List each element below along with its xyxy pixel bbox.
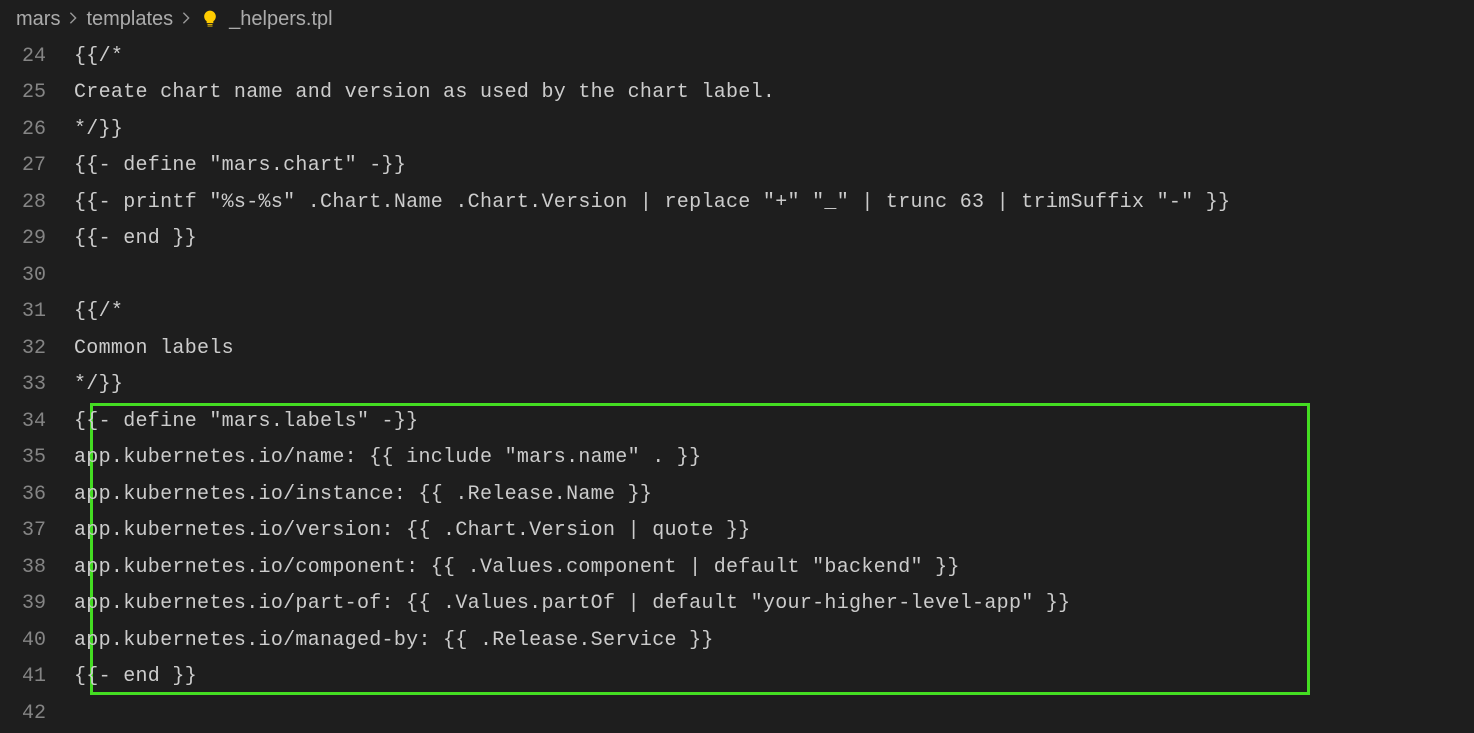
code-line[interactable]: 33 */}} bbox=[0, 367, 1474, 404]
line-number: 38 bbox=[0, 556, 74, 579]
code-text: Common labels bbox=[74, 337, 234, 360]
line-number: 32 bbox=[0, 337, 74, 360]
code-line[interactable]: 35 app.kubernetes.io/name: {{ include "m… bbox=[0, 440, 1474, 477]
chevron-right-icon bbox=[66, 9, 80, 30]
line-number: 31 bbox=[0, 300, 74, 323]
code-line[interactable]: 25 Create chart name and version as used… bbox=[0, 75, 1474, 112]
code-editor[interactable]: 24 {{/* 25 Create chart name and version… bbox=[0, 38, 1474, 732]
line-number: 34 bbox=[0, 410, 74, 433]
line-number: 39 bbox=[0, 592, 74, 615]
code-line[interactable]: 42 bbox=[0, 695, 1474, 732]
chevron-right-icon bbox=[179, 9, 193, 30]
code-text: {{- printf "%s-%s" .Chart.Name .Chart.Ve… bbox=[74, 191, 1230, 214]
line-number: 37 bbox=[0, 519, 74, 542]
code-text: app.kubernetes.io/part-of: {{ .Values.pa… bbox=[74, 592, 1070, 615]
line-number: 27 bbox=[0, 154, 74, 177]
code-text: app.kubernetes.io/component: {{ .Values.… bbox=[74, 556, 960, 579]
line-number: 26 bbox=[0, 118, 74, 141]
code-text: {{/* bbox=[74, 45, 123, 68]
code-text: app.kubernetes.io/managed-by: {{ .Releas… bbox=[74, 629, 714, 652]
code-line[interactable]: 39 app.kubernetes.io/part-of: {{ .Values… bbox=[0, 586, 1474, 623]
code-line[interactable]: 26 */}} bbox=[0, 111, 1474, 148]
code-line[interactable]: 37 app.kubernetes.io/version: {{ .Chart.… bbox=[0, 513, 1474, 550]
line-number: 28 bbox=[0, 191, 74, 214]
lightbulb-icon bbox=[199, 8, 221, 30]
code-line[interactable]: 30 bbox=[0, 257, 1474, 294]
line-number: 40 bbox=[0, 629, 74, 652]
line-number: 25 bbox=[0, 81, 74, 104]
code-line[interactable]: 38 app.kubernetes.io/component: {{ .Valu… bbox=[0, 549, 1474, 586]
code-line[interactable]: 32 Common labels bbox=[0, 330, 1474, 367]
code-text: {{- end }} bbox=[74, 665, 197, 688]
code-line[interactable]: 29 {{- end }} bbox=[0, 221, 1474, 258]
line-number: 36 bbox=[0, 483, 74, 506]
line-number: 30 bbox=[0, 264, 74, 287]
code-line[interactable]: 41 {{- end }} bbox=[0, 659, 1474, 696]
code-line[interactable]: 40 app.kubernetes.io/managed-by: {{ .Rel… bbox=[0, 622, 1474, 659]
breadcrumb: mars templates _helpers.tpl bbox=[0, 0, 1474, 38]
line-number: 41 bbox=[0, 665, 74, 688]
code-text: {{- define "mars.chart" -}} bbox=[74, 154, 406, 177]
code-text: */}} bbox=[74, 373, 123, 396]
code-text: Create chart name and version as used by… bbox=[74, 81, 775, 104]
code-text: app.kubernetes.io/instance: {{ .Release.… bbox=[74, 483, 652, 506]
line-number: 33 bbox=[0, 373, 74, 396]
line-number: 42 bbox=[0, 702, 74, 725]
code-text: app.kubernetes.io/version: {{ .Chart.Ver… bbox=[74, 519, 751, 542]
code-line[interactable]: 36 app.kubernetes.io/instance: {{ .Relea… bbox=[0, 476, 1474, 513]
code-text: {{- define "mars.labels" -}} bbox=[74, 410, 418, 433]
code-text: */}} bbox=[74, 118, 123, 141]
code-text: {{- end }} bbox=[74, 227, 197, 250]
code-line[interactable]: 31 {{/* bbox=[0, 294, 1474, 331]
code-line[interactable]: 24 {{/* bbox=[0, 38, 1474, 75]
breadcrumb-seg-1[interactable]: mars bbox=[16, 8, 60, 31]
line-number: 35 bbox=[0, 446, 74, 469]
code-text: app.kubernetes.io/name: {{ include "mars… bbox=[74, 446, 701, 469]
breadcrumb-seg-3[interactable]: _helpers.tpl bbox=[229, 8, 332, 31]
highlighted-region: 34 {{- define "mars.labels" -}} 35 app.k… bbox=[0, 403, 1474, 695]
line-number: 29 bbox=[0, 227, 74, 250]
code-line[interactable]: 27 {{- define "mars.chart" -}} bbox=[0, 148, 1474, 185]
code-line[interactable]: 34 {{- define "mars.labels" -}} bbox=[0, 403, 1474, 440]
line-number: 24 bbox=[0, 45, 74, 68]
breadcrumb-seg-2[interactable]: templates bbox=[86, 8, 173, 31]
code-line[interactable]: 28 {{- printf "%s-%s" .Chart.Name .Chart… bbox=[0, 184, 1474, 221]
code-text: {{/* bbox=[74, 300, 123, 323]
